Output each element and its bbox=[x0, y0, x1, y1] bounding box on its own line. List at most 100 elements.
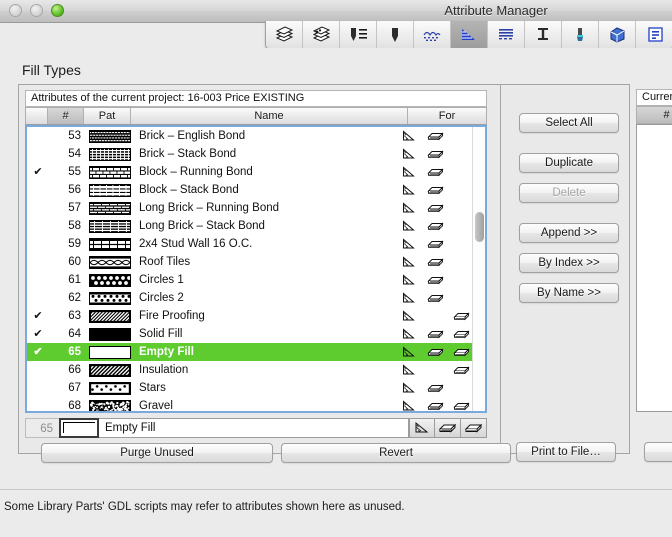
toolbar-button-layer-combinations[interactable] bbox=[303, 21, 340, 48]
table-row[interactable]: 66 Insulation bbox=[27, 361, 474, 379]
table-row[interactable]: 67 Stars bbox=[27, 379, 474, 397]
column-header-number[interactable]: # bbox=[48, 108, 84, 124]
row-for-icons[interactable] bbox=[396, 164, 474, 180]
row-for-icons[interactable] bbox=[396, 272, 474, 288]
row-for-icons[interactable] bbox=[396, 380, 474, 396]
cover-fill-icon[interactable] bbox=[422, 164, 448, 180]
revert-button[interactable]: Revert bbox=[281, 443, 511, 463]
drafting-fill-icon[interactable] bbox=[448, 290, 474, 306]
select-all-button[interactable]: Select All bbox=[519, 113, 619, 133]
edit-row-pattern-swatch[interactable] bbox=[59, 417, 99, 438]
cover-fill-icon[interactable] bbox=[422, 380, 448, 396]
cut-fill-icon[interactable] bbox=[396, 146, 422, 162]
column-header-name[interactable]: Name bbox=[131, 108, 408, 124]
toolbar-button-markup-styles[interactable] bbox=[636, 21, 672, 48]
cut-fill-icon[interactable] bbox=[396, 236, 422, 252]
drafting-fill-toggle[interactable] bbox=[461, 417, 487, 438]
drafting-fill-icon[interactable] bbox=[448, 344, 474, 360]
by-name-button[interactable]: By Name >> bbox=[519, 283, 619, 303]
cut-fill-icon[interactable] bbox=[396, 290, 422, 306]
cut-fill-toggle[interactable] bbox=[409, 417, 435, 438]
cut-fill-icon[interactable] bbox=[396, 164, 422, 180]
toolbar-button-pen-sets[interactable] bbox=[377, 21, 414, 48]
cover-fill-icon[interactable] bbox=[422, 290, 448, 306]
cover-fill-icon[interactable] bbox=[422, 218, 448, 234]
selected-attribute-edit-row[interactable]: 65 Empty Fill bbox=[25, 417, 487, 438]
cover-fill-icon[interactable] bbox=[422, 272, 448, 288]
table-row[interactable]: ✔ 64 Solid Fill bbox=[27, 325, 474, 343]
drafting-fill-icon[interactable] bbox=[448, 218, 474, 234]
cover-fill-icon[interactable] bbox=[422, 182, 448, 198]
row-for-icons[interactable] bbox=[396, 362, 474, 378]
row-for-icons[interactable] bbox=[396, 182, 474, 198]
table-row[interactable]: 62 Circles 2 bbox=[27, 289, 474, 307]
drafting-fill-icon[interactable] bbox=[448, 362, 474, 378]
drafting-fill-icon[interactable] bbox=[448, 326, 474, 342]
column-header-pattern[interactable]: Pat bbox=[84, 108, 131, 124]
table-row[interactable]: ✔ 65 Empty Fill bbox=[27, 343, 474, 361]
toolbar-button-composites[interactable] bbox=[414, 21, 451, 48]
table-row[interactable]: 59 2x4 Stud Wall 16 O.C. bbox=[27, 235, 474, 253]
by-index-button[interactable]: By Index >> bbox=[519, 253, 619, 273]
attribute-type-toolbar[interactable] bbox=[265, 21, 672, 49]
toolbar-button-building-materials[interactable] bbox=[562, 21, 599, 48]
table-row[interactable]: ✔ 55 Block – Running Bond bbox=[27, 163, 474, 181]
drafting-fill-icon[interactable] bbox=[448, 182, 474, 198]
row-for-icons[interactable] bbox=[396, 254, 474, 270]
table-row[interactable]: ✔ 63 Fire Proofing bbox=[27, 307, 474, 325]
toolbar-button-profiles[interactable] bbox=[525, 21, 562, 48]
row-checkmark[interactable]: ✔ bbox=[27, 163, 49, 181]
list-scrollbar[interactable] bbox=[472, 127, 485, 411]
table-row[interactable]: 61 Circles 1 bbox=[27, 271, 474, 289]
cut-fill-icon[interactable] bbox=[396, 344, 422, 360]
duplicate-button[interactable]: Duplicate bbox=[519, 153, 619, 173]
drafting-fill-icon[interactable] bbox=[448, 398, 474, 411]
row-checkmark[interactable]: ✔ bbox=[27, 325, 49, 343]
toolbar-button-line-types[interactable] bbox=[340, 21, 377, 48]
drafting-fill-icon[interactable] bbox=[448, 164, 474, 180]
fill-types-list[interactable]: 53 Brick – English Bond 54 Brick – Stack Bo… bbox=[25, 125, 487, 413]
table-row[interactable]: 54 Brick – Stack Bond bbox=[27, 145, 474, 163]
table-row[interactable]: 53 Brick – English Bond bbox=[27, 127, 474, 145]
cut-fill-icon[interactable] bbox=[396, 326, 422, 342]
cut-fill-icon[interactable] bbox=[396, 272, 422, 288]
drafting-fill-icon[interactable] bbox=[448, 380, 474, 396]
toolbar-button-surfaces[interactable] bbox=[488, 21, 525, 48]
table-row[interactable]: 60 Roof Tiles bbox=[27, 253, 474, 271]
cover-fill-icon[interactable] bbox=[422, 326, 448, 342]
cut-fill-icon[interactable] bbox=[396, 398, 422, 411]
toolbar-button-zone-categories[interactable] bbox=[599, 21, 636, 48]
other-column-header-number[interactable]: # bbox=[636, 106, 672, 124]
cover-fill-icon[interactable] bbox=[422, 362, 448, 378]
row-for-icons[interactable] bbox=[396, 398, 474, 411]
cut-fill-icon[interactable] bbox=[396, 182, 422, 198]
row-checkmark[interactable]: ✔ bbox=[27, 307, 49, 325]
cut-fill-icon[interactable] bbox=[396, 308, 422, 324]
row-for-icons[interactable] bbox=[396, 218, 474, 234]
row-for-icons[interactable] bbox=[396, 344, 474, 360]
row-checkmark[interactable]: ✔ bbox=[27, 343, 49, 361]
column-header-for[interactable]: For bbox=[408, 108, 486, 124]
toolbar-button-fill-types[interactable] bbox=[451, 21, 488, 48]
drafting-fill-icon[interactable] bbox=[448, 146, 474, 162]
cover-fill-icon[interactable] bbox=[422, 254, 448, 270]
purge-unused-button[interactable]: Purge Unused bbox=[41, 443, 273, 463]
table-row[interactable]: 56 Block – Stack Bond bbox=[27, 181, 474, 199]
list-scrollbar-thumb[interactable] bbox=[475, 212, 484, 242]
drafting-fill-icon[interactable] bbox=[448, 200, 474, 216]
append-button[interactable]: Append >> bbox=[519, 223, 619, 243]
row-for-icons[interactable] bbox=[396, 290, 474, 306]
drafting-fill-icon[interactable] bbox=[448, 272, 474, 288]
cut-fill-icon[interactable] bbox=[396, 200, 422, 216]
cover-fill-icon[interactable] bbox=[422, 128, 448, 144]
cut-fill-icon[interactable] bbox=[396, 254, 422, 270]
edit-row-name-input[interactable]: Empty Fill bbox=[99, 417, 409, 438]
cover-fill-icon[interactable] bbox=[422, 308, 448, 324]
drafting-fill-icon[interactable] bbox=[448, 308, 474, 324]
table-row[interactable]: 68 Gravel bbox=[27, 397, 474, 411]
cover-fill-icon[interactable] bbox=[422, 236, 448, 252]
edit-row-for-toggles[interactable] bbox=[409, 417, 487, 438]
cover-fill-icon[interactable] bbox=[422, 398, 448, 411]
cut-fill-icon[interactable] bbox=[396, 362, 422, 378]
drafting-fill-icon[interactable] bbox=[448, 128, 474, 144]
